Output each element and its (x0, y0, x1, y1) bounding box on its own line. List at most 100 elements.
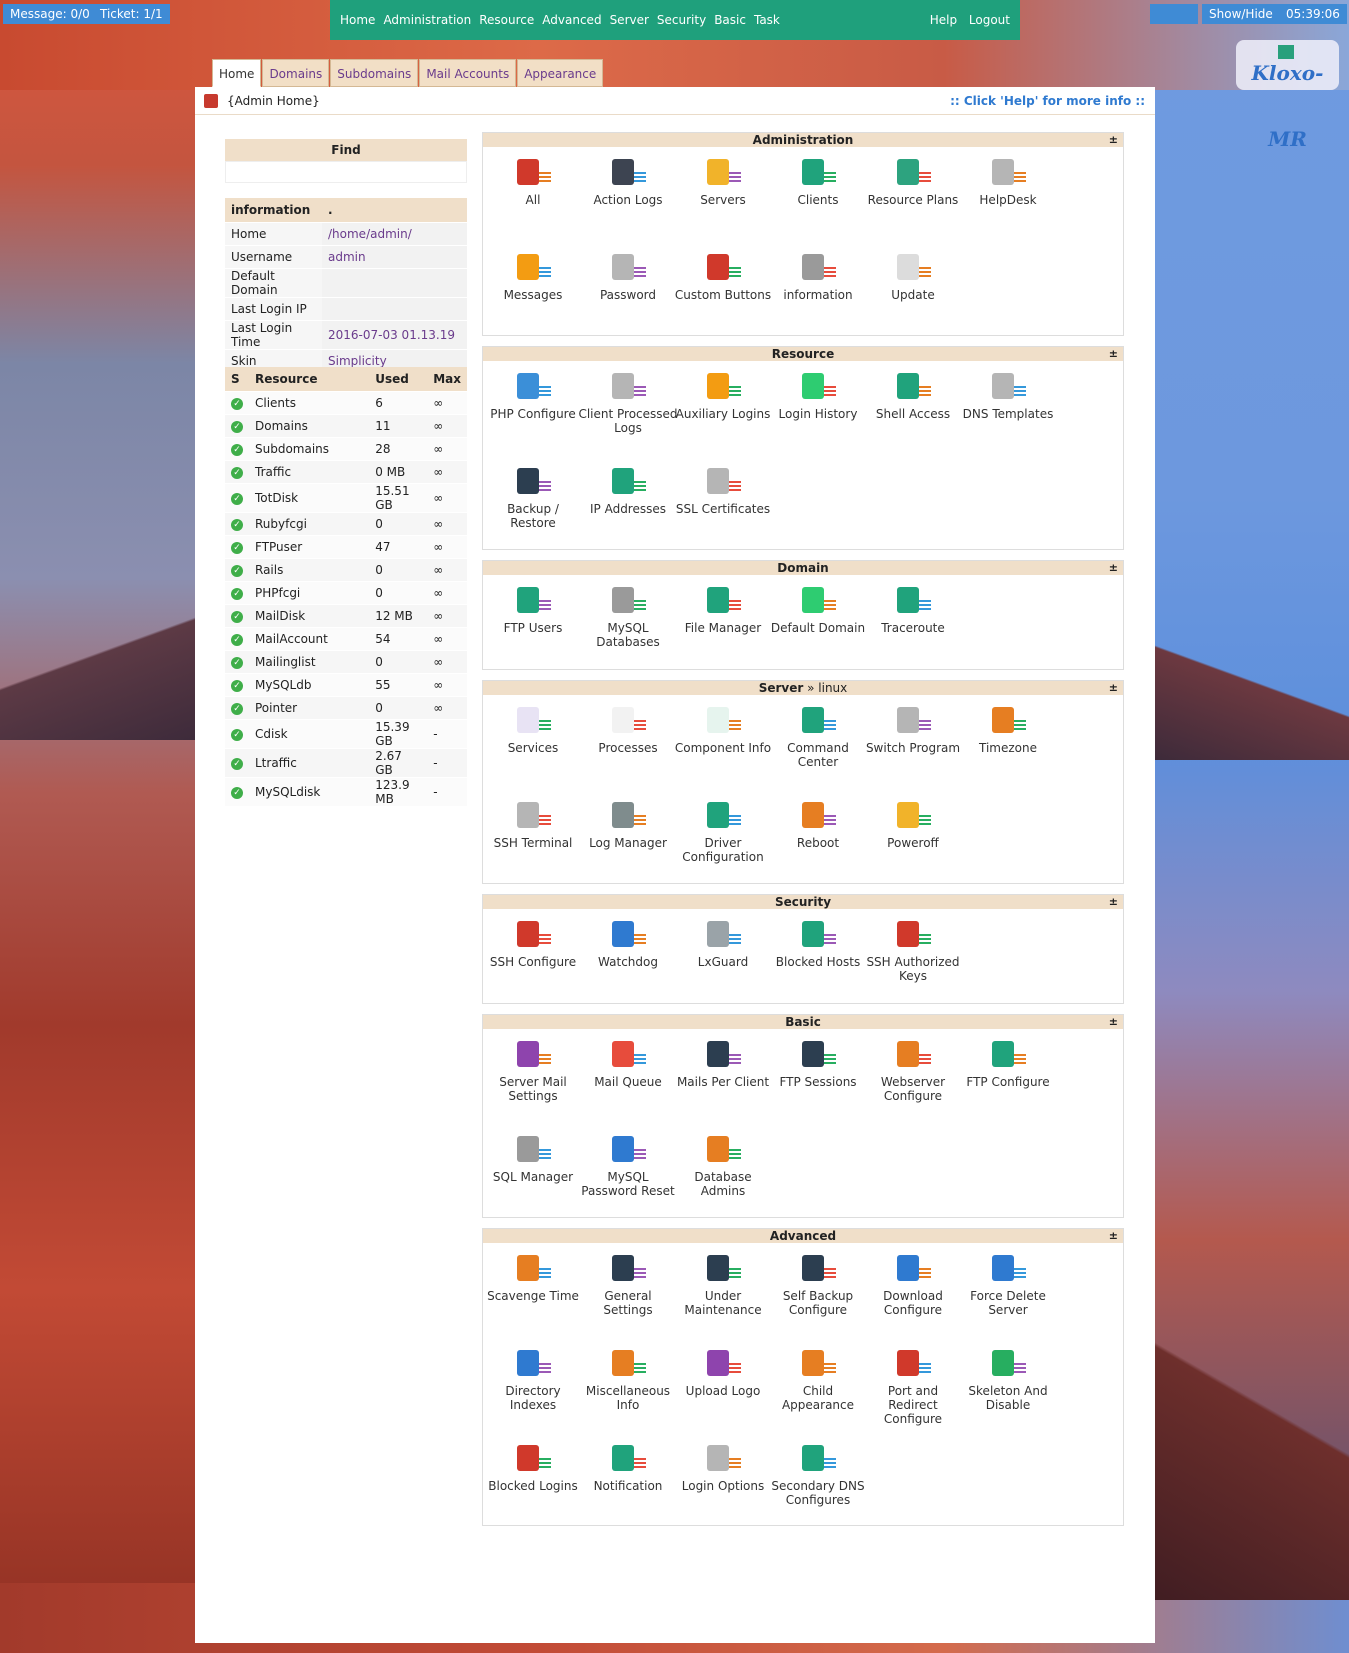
action-mail-queue[interactable]: Mail Queue (578, 1039, 678, 1089)
action-command-center[interactable]: Command Center (768, 705, 868, 769)
action-switch-program[interactable]: Switch Program (863, 705, 963, 755)
action-helpdesk[interactable]: HelpDesk (958, 157, 1058, 207)
ticket-badge[interactable]: Ticket: 1/1 (93, 4, 170, 24)
action-skeleton-and-disable[interactable]: Skeleton And Disable (958, 1348, 1058, 1412)
menu-item-home[interactable]: Home (340, 13, 375, 27)
action-client-processed-logs[interactable]: Client Processed Logs (578, 371, 678, 435)
action-blocked-hosts[interactable]: Blocked Hosts (768, 919, 868, 969)
tab-domains[interactable]: Domains (262, 59, 330, 87)
tab-home[interactable]: Home (212, 59, 262, 87)
action-general-settings[interactable]: General Settings (578, 1253, 678, 1317)
action-download-configure[interactable]: Download Configure (863, 1253, 963, 1317)
tab-mail-accounts[interactable]: Mail Accounts (419, 59, 517, 87)
action-webserver-configure[interactable]: Webserver Configure (863, 1039, 963, 1103)
action-port-and-redirect-configure[interactable]: Port and Redirect Configure (863, 1348, 963, 1426)
action-ssh-configure[interactable]: SSH Configure (483, 919, 583, 969)
action-ftp-sessions[interactable]: FTP Sessions (768, 1039, 868, 1089)
info-value[interactable]: /home/admin/ (322, 222, 467, 246)
action-timezone[interactable]: Timezone (958, 705, 1058, 755)
action-information[interactable]: information (768, 252, 868, 302)
action-file-manager[interactable]: File Manager (673, 585, 773, 635)
help-hint[interactable]: :: Click 'Help' for more info :: (950, 94, 1145, 108)
action-messages[interactable]: Messages (483, 252, 583, 302)
action-clients[interactable]: Clients (768, 157, 868, 207)
resource-name: Rubyfcgi (249, 512, 370, 536)
action-all[interactable]: All (483, 157, 583, 207)
showhide-button[interactable]: Show/Hide (1202, 4, 1280, 24)
action-reboot[interactable]: Reboot (768, 800, 868, 850)
collapse-toggle[interactable]: ± (1109, 681, 1118, 695)
action-under-maintenance[interactable]: Under Maintenance (673, 1253, 773, 1317)
action-update[interactable]: Update (863, 252, 963, 302)
action-mails-per-client[interactable]: Mails Per Client (673, 1039, 773, 1089)
action-driver-configuration[interactable]: Driver Configuration (673, 800, 773, 864)
action-miscellaneous-info[interactable]: Miscellaneous Info (578, 1348, 678, 1412)
menu-item-administration[interactable]: Administration (383, 13, 471, 27)
collapse-toggle[interactable]: ± (1109, 895, 1118, 909)
menu-item-server[interactable]: Server (610, 13, 649, 27)
menu-item-task[interactable]: Task (754, 13, 780, 27)
action-blocked-logins[interactable]: Blocked Logins (483, 1443, 583, 1493)
action-password[interactable]: Password (578, 252, 678, 302)
collapse-toggle[interactable]: ± (1109, 347, 1118, 361)
action-mysql-password-reset[interactable]: MySQL Password Reset (578, 1134, 678, 1198)
action-action-logs[interactable]: Action Logs (578, 157, 678, 207)
action-login-options[interactable]: Login Options (673, 1443, 773, 1493)
section-basic: Basic ± Server Mail Settings Mail Queue Mail… (482, 1014, 1124, 1218)
action-traceroute[interactable]: Traceroute (863, 585, 963, 635)
message-badge[interactable]: Message: 0/0 (3, 4, 97, 24)
action-scavenge-time[interactable]: Scavenge Time (483, 1253, 583, 1303)
action-database-admins[interactable]: Database Admins (673, 1134, 773, 1198)
find-input[interactable] (225, 161, 467, 183)
action-secondary-dns-configures[interactable]: Secondary DNS Configures (768, 1443, 868, 1507)
action-backup-restore[interactable]: Backup / Restore (483, 466, 583, 530)
action-login-history[interactable]: Login History (768, 371, 868, 421)
action-ssl-certificates[interactable]: SSL Certificates (673, 466, 773, 516)
action-self-backup-configure[interactable]: Self Backup Configure (768, 1253, 868, 1317)
action-dns-templates[interactable]: DNS Templates (958, 371, 1058, 421)
action-mysql-databases[interactable]: MySQL Databases (578, 585, 678, 649)
action-notification[interactable]: Notification (578, 1443, 678, 1493)
action-directory-indexes[interactable]: Directory Indexes (483, 1348, 583, 1412)
action-poweroff[interactable]: Poweroff (863, 800, 963, 850)
menu-item-resource[interactable]: Resource (479, 13, 534, 27)
menu-item-advanced[interactable]: Advanced (542, 13, 601, 27)
action-watchdog[interactable]: Watchdog (578, 919, 678, 969)
action-ftp-users[interactable]: FTP Users (483, 585, 583, 635)
menu-item-security[interactable]: Security (657, 13, 706, 27)
action-auxiliary-logins[interactable]: Auxiliary Logins (673, 371, 773, 421)
tab-appearance[interactable]: Appearance (517, 59, 604, 87)
action-services[interactable]: Services (483, 705, 583, 755)
action-ssh-terminal[interactable]: SSH Terminal (483, 800, 583, 850)
action-force-delete-server[interactable]: Force Delete Server (958, 1253, 1058, 1317)
action-default-domain[interactable]: Default Domain (768, 585, 868, 635)
collapse-toggle[interactable]: ± (1109, 561, 1118, 575)
logout-link[interactable]: Logout (969, 13, 1010, 27)
action-ssh-authorized-keys[interactable]: SSH Authorized Keys (863, 919, 963, 983)
collapse-toggle[interactable]: ± (1109, 1229, 1118, 1243)
action-component-info[interactable]: Component Info (673, 705, 773, 755)
action-servers[interactable]: Servers (673, 157, 773, 207)
action-php-configure[interactable]: PHP Configure (483, 371, 583, 421)
action-processes[interactable]: Processes (578, 705, 678, 755)
action-resource-plans[interactable]: Resource Plans (863, 157, 963, 207)
tab-subdomains[interactable]: Subdomains (330, 59, 419, 87)
menu-item-basic[interactable]: Basic (714, 13, 746, 27)
action-upload-logo[interactable]: Upload Logo (673, 1348, 773, 1398)
mailq-icon (610, 1039, 646, 1071)
collapse-toggle[interactable]: ± (1109, 133, 1118, 147)
action-shell-access[interactable]: Shell Access (863, 371, 963, 421)
blank-badge[interactable] (1150, 4, 1198, 24)
top-menu: Home Administration Resource Advanced Server… (340, 13, 788, 27)
action-lxguard[interactable]: LxGuard (673, 919, 773, 969)
action-child-appearance[interactable]: Child Appearance (768, 1348, 868, 1412)
help-link[interactable]: Help (930, 13, 957, 27)
action-server-mail-settings[interactable]: Server Mail Settings (483, 1039, 583, 1103)
collapse-toggle[interactable]: ± (1109, 1015, 1118, 1029)
action-log-manager[interactable]: Log Manager (578, 800, 678, 850)
action-custom-buttons[interactable]: Custom Buttons (673, 252, 773, 302)
keys-icon (895, 919, 931, 951)
action-ip-addresses[interactable]: IP Addresses (578, 466, 678, 516)
action-ftp-configure[interactable]: FTP Configure (958, 1039, 1058, 1089)
action-sql-manager[interactable]: SQL Manager (483, 1134, 583, 1184)
